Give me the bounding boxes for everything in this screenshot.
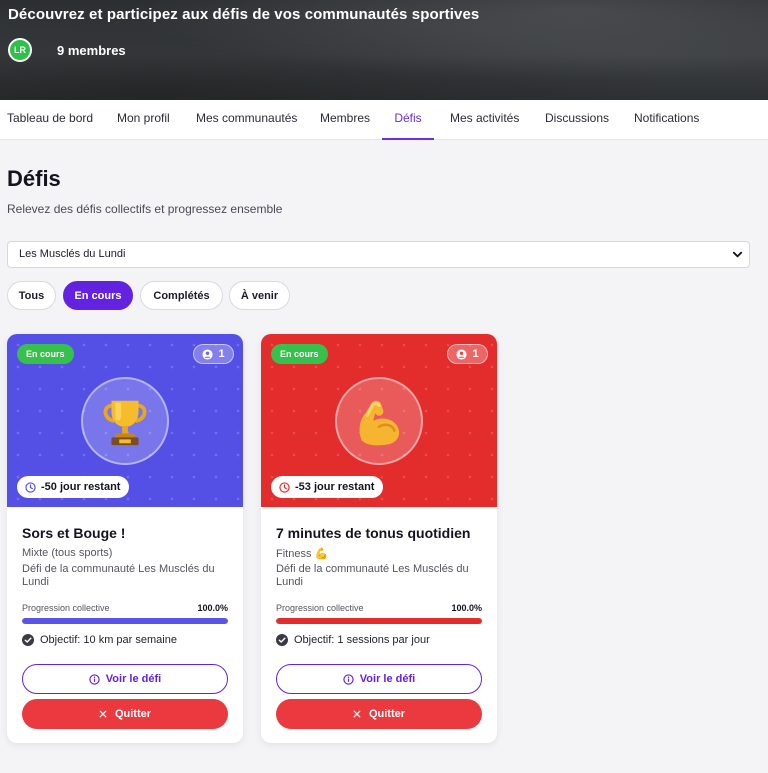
view-challenge-button[interactable]: Voir le défi — [22, 664, 228, 694]
challenge-objective: Objectif: 1 sessions par jour — [276, 634, 430, 646]
challenge-banner: En cours 1 -50 jour restant — [7, 334, 243, 507]
filter-completes[interactable]: Complétés — [140, 281, 223, 310]
objective-text: Objectif: 10 km par semaine — [40, 634, 177, 646]
challenge-title: 7 minutes de tonus quotidien — [276, 525, 471, 541]
view-challenge-button[interactable]: Voir le défi — [276, 664, 482, 694]
clock-icon — [279, 481, 290, 493]
close-icon — [353, 710, 361, 718]
quit-challenge-button[interactable]: Quitter — [22, 699, 228, 729]
tab-notifications[interactable]: Notifications — [634, 100, 699, 140]
participants-badge: 1 — [193, 344, 234, 364]
community-select[interactable]: Les Musclés du Lundi — [7, 241, 750, 268]
community-hero-banner: Découvrez et participez aux défis de vos… — [0, 0, 768, 100]
community-select-value: Les Musclés du Lundi — [19, 248, 126, 260]
challenge-medallion — [335, 377, 423, 465]
filter-en-cours[interactable]: En cours — [63, 281, 133, 310]
members-count: 9 membres — [57, 42, 126, 58]
progress-bar — [276, 618, 482, 624]
tab-mon-profil[interactable]: Mon profil — [117, 100, 170, 140]
challenge-community: Défi de la communauté Les Musclés du Lun… — [276, 563, 469, 588]
flexed-biceps-icon — [359, 400, 400, 446]
tab-tableau-de-bord[interactable]: Tableau de bord — [7, 100, 93, 140]
status-badge: En cours — [17, 344, 74, 364]
days-left-badge: -53 jour restant — [271, 476, 384, 498]
progress-value: 100.0% — [451, 603, 482, 613]
view-challenge-label: Voir le défi — [105, 673, 162, 685]
tab-mes-communautes[interactable]: Mes communautés — [196, 100, 297, 140]
tab-discussions[interactable]: Discussions — [545, 100, 609, 140]
avatar[interactable]: LR — [8, 38, 32, 62]
hero-subtitle: Découvrez et participez aux défis de vos… — [8, 6, 480, 23]
challenge-sport: Fitness 💪 — [276, 548, 329, 560]
page-description: Relevez des défis collectifs et progress… — [7, 202, 283, 216]
quit-challenge-label: Quitter — [368, 708, 406, 720]
tab-membres[interactable]: Membres — [320, 100, 370, 140]
quit-challenge-button[interactable]: Quitter — [276, 699, 482, 729]
challenge-sport: Mixte (tous sports) — [22, 547, 113, 559]
challenge-card: En cours 1 -50 jour restant Sors et Boug… — [7, 334, 243, 743]
progress-label: Progression collective — [22, 603, 110, 613]
progress-value: 100.0% — [197, 603, 228, 613]
info-icon — [343, 673, 354, 685]
quit-challenge-label: Quitter — [114, 708, 152, 720]
days-left-text: -50 jour restant — [41, 481, 121, 493]
days-left-text: -53 jour restant — [295, 481, 375, 493]
progress-fill — [22, 618, 228, 624]
filter-tous[interactable]: Tous — [7, 281, 56, 310]
user-circle-icon — [456, 348, 467, 360]
progress-bar — [22, 618, 228, 624]
participants-badge: 1 — [447, 344, 488, 364]
page-title: Défis — [7, 166, 61, 191]
filter-a-venir[interactable]: À venir — [229, 281, 290, 310]
chevron-down-icon — [732, 251, 743, 258]
challenge-banner: En cours 1 -53 jour restant — [261, 334, 497, 507]
trophy-icon — [103, 400, 147, 446]
tab-defis[interactable]: Défis — [382, 100, 434, 140]
days-left-badge: -50 jour restant — [17, 476, 130, 498]
challenge-community: Défi de la communauté Les Musclés du Lun… — [22, 563, 215, 588]
challenge-title: Sors et Bouge ! — [22, 525, 126, 541]
close-icon — [99, 710, 107, 718]
community-nav: Tableau de bord Mon profil Mes communaut… — [0, 100, 768, 140]
challenge-objective: Objectif: 10 km par semaine — [22, 634, 177, 646]
progress-fill — [276, 618, 482, 624]
check-circle-icon — [22, 634, 34, 646]
view-challenge-label: Voir le défi — [359, 673, 416, 685]
participants-count: 1 — [218, 348, 225, 360]
check-circle-icon — [276, 634, 288, 646]
tab-mes-activites[interactable]: Mes activités — [450, 100, 519, 140]
challenge-medallion — [81, 377, 169, 465]
participants-count: 1 — [472, 348, 479, 360]
objective-text: Objectif: 1 sessions par jour — [294, 634, 430, 646]
status-badge: En cours — [271, 344, 328, 364]
members-summary: LR 9 membres — [8, 38, 126, 62]
progress-label: Progression collective — [276, 603, 364, 613]
clock-icon — [25, 481, 36, 493]
info-icon — [89, 673, 100, 685]
challenge-card: En cours 1 -53 jour restant 7 minutes de… — [261, 334, 497, 743]
user-circle-icon — [202, 348, 213, 360]
